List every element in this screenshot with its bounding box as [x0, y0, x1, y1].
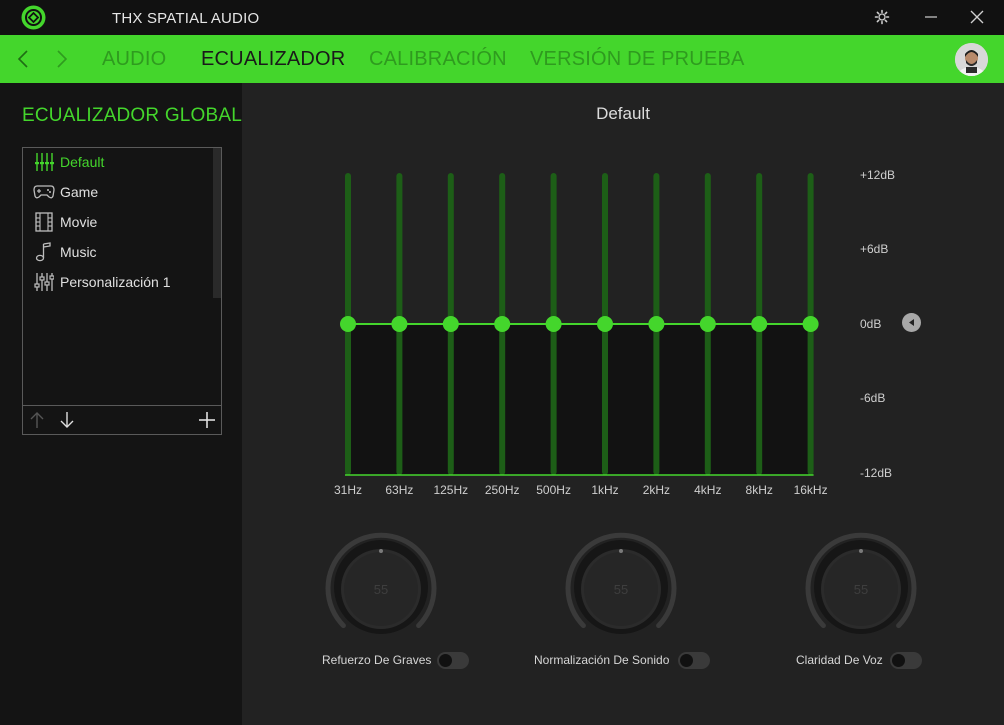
preset-item-game[interactable]: Game: [23, 177, 213, 207]
eq-frequency-label: 63Hz: [385, 483, 414, 497]
knob-value: 55: [374, 582, 388, 597]
music-note-icon: [33, 241, 55, 263]
bass-boost-label: Refuerzo De Graves: [322, 653, 432, 667]
voice-clarity-label: Claridad De Voz: [796, 653, 883, 667]
voice-clarity-toggle[interactable]: [890, 652, 922, 669]
preset-item-label: Movie: [60, 214, 98, 230]
eq-band-handle-125hz[interactable]: [442, 316, 459, 332]
sound-normalization-knob[interactable]: 55: [561, 527, 681, 647]
tab-audio[interactable]: AUDIO: [102, 48, 166, 70]
close-button[interactable]: [963, 4, 991, 30]
eq-frequency-label: 125Hz: [433, 483, 469, 497]
db-label-minus-6: -6dB: [860, 391, 886, 405]
preset-item-movie[interactable]: Movie: [23, 207, 213, 237]
back-button[interactable]: [12, 47, 34, 71]
chevron-right-icon: [57, 50, 68, 68]
equalizer-panel: Default +12dB +6dB 0dB -6dB -12dB 31Hz 63…: [242, 83, 1004, 725]
gamepad-icon: [33, 181, 55, 203]
eq-frequency-label: 4kHz: [694, 483, 722, 497]
eq-band-handle-1khz[interactable]: [597, 316, 613, 332]
eq-frequency-label: 8kHz: [745, 483, 773, 497]
add-preset-button[interactable]: [197, 410, 217, 430]
sliders-icon: [33, 271, 55, 293]
title-bar: THX SPATIAL AUDIO: [0, 0, 1004, 35]
eq-band-handle-250hz[interactable]: [494, 316, 511, 332]
user-photo-icon: [955, 43, 988, 76]
db-label-plus-6: +6dB: [860, 242, 889, 256]
plus-icon: [199, 412, 215, 428]
eq-band-handle-16khz[interactable]: [802, 316, 819, 332]
equalizer-icon: [33, 151, 55, 173]
preset-item-music[interactable]: Music: [23, 237, 213, 267]
user-avatar[interactable]: [955, 43, 988, 76]
nav-bar: AUDIO ECUALIZADOR CALIBRACIÓN VERSIÓN DE…: [0, 35, 1004, 83]
eq-frequency-label: 31Hz: [333, 483, 362, 497]
chevron-left-icon: [17, 50, 28, 68]
preset-item-label: Music: [60, 244, 97, 260]
sound-normalization-label: Normalización De Sonido: [534, 653, 670, 667]
eq-band-handle-63hz[interactable]: [391, 316, 408, 332]
settings-button[interactable]: [868, 4, 896, 30]
bass-boost-knob[interactable]: 55: [321, 527, 441, 647]
sound-normalization-toggle[interactable]: [678, 652, 710, 669]
move-up-button[interactable]: [27, 410, 47, 430]
sidebar: ECUALIZADOR GLOBAL Default Game Movie Mu…: [0, 83, 242, 725]
db-label-minus-12: -12dB: [860, 466, 893, 480]
voice-clarity-knob[interactable]: 55: [801, 527, 921, 647]
gear-icon: [874, 9, 890, 25]
eq-band-handle-4khz[interactable]: [699, 316, 716, 332]
eq-frequency-label: 2kHz: [642, 483, 671, 497]
eq-frequency-label: 500Hz: [536, 483, 571, 497]
film-icon: [33, 211, 55, 233]
preset-list: Default Game Movie Music Personalización…: [22, 147, 222, 435]
eq-band-handle-2khz[interactable]: [648, 316, 665, 332]
preset-item-label: Default: [60, 154, 105, 170]
preset-item-label: Game: [60, 184, 99, 200]
minimize-button[interactable]: [917, 4, 945, 30]
eq-frequency-label: 16kHz: [793, 483, 828, 497]
preset-list-scrollbar[interactable]: [213, 148, 221, 298]
eq-band-handle-8khz[interactable]: [751, 316, 768, 332]
bass-boost-toggle[interactable]: [437, 652, 469, 669]
knob-dial: 55: [325, 532, 437, 634]
preset-list-toolbar: [23, 405, 221, 434]
eq-fill-area: [348, 324, 811, 475]
forward-button[interactable]: [51, 47, 73, 71]
preset-item-default[interactable]: Default: [23, 147, 213, 177]
reset-to-zero-button[interactable]: [902, 313, 921, 332]
knob-dial: 55: [565, 532, 677, 634]
preset-item-personalizacion-1[interactable]: Personalización 1: [23, 267, 213, 297]
app-title: THX SPATIAL AUDIO: [112, 10, 260, 27]
sidebar-title: ECUALIZADOR GLOBAL: [22, 105, 243, 126]
knob-value: 55: [614, 582, 628, 597]
eq-band-handle-500hz[interactable]: [545, 316, 562, 332]
eq-band-handle-31hz[interactable]: [340, 316, 356, 332]
equalizer-graph: [340, 173, 819, 476]
minimize-icon: [925, 16, 937, 18]
arrow-down-icon: [60, 412, 74, 428]
tab-version-de-prueba[interactable]: VERSIÓN DE PRUEBA: [530, 48, 745, 70]
razer-logo-icon: [21, 5, 46, 30]
db-label-plus-12: +12dB: [860, 168, 896, 182]
close-icon: [970, 10, 984, 24]
arrow-up-icon: [30, 412, 44, 428]
move-down-button[interactable]: [57, 410, 77, 430]
knob-value: 55: [854, 582, 868, 597]
db-label-0: 0dB: [860, 317, 882, 331]
tab-calibracion[interactable]: CALIBRACIÓN: [369, 48, 507, 70]
caret-left-icon: [909, 319, 914, 326]
eq-frequency-label: 250Hz: [484, 483, 520, 497]
knob-dial: 55: [805, 532, 917, 634]
tab-ecualizador[interactable]: ECUALIZADOR: [201, 48, 345, 70]
preset-item-label: Personalización 1: [60, 274, 171, 290]
eq-frequency-label: 1kHz: [591, 483, 619, 497]
